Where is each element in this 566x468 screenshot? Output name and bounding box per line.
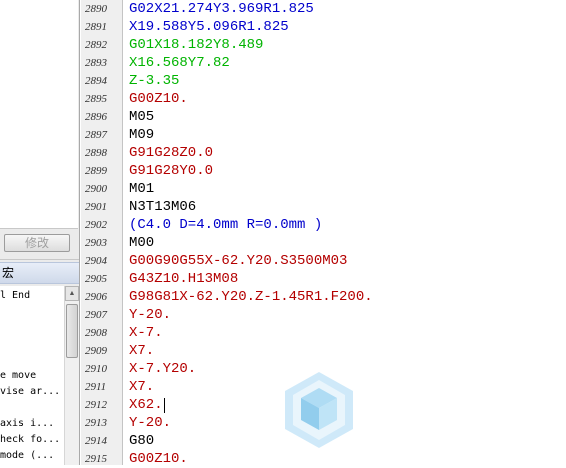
line-number: 2900 (85, 183, 107, 195)
code-line[interactable]: X-7. (129, 324, 163, 342)
line-number: 2894 (85, 75, 107, 87)
code-line[interactable]: X7. (129, 342, 154, 360)
line-number: 2901 (85, 201, 107, 213)
scrollbar-thumb[interactable] (66, 304, 78, 358)
panel-divider (0, 259, 79, 260)
code-line[interactable]: G43Z10.H13M08 (129, 270, 238, 288)
macro-list-item[interactable]: mode (... (0, 449, 64, 462)
line-number: 2897 (85, 129, 107, 141)
line-number: 2896 (85, 111, 107, 123)
line-number: 2912 (85, 399, 107, 411)
code-line[interactable]: N3T13M06 (129, 198, 196, 216)
code-line[interactable]: (C4.0 D=4.0mm R=0.0mm ) (129, 216, 322, 234)
macro-list-item[interactable] (0, 353, 64, 366)
line-number: 2914 (85, 435, 107, 447)
code-line[interactable]: G98G81X-62.Y20.Z-1.45R1.F200. (129, 288, 373, 306)
modify-button[interactable]: 修改 (4, 234, 70, 252)
line-number-gutter: 2890 2891 2892 2893 2894 2895 2896 2897 2898 2899… (81, 0, 123, 465)
code-line[interactable]: G02X21.274Y3.969R1.825 (129, 0, 314, 18)
code-line[interactable]: M01 (129, 180, 154, 198)
line-number: 2891 (85, 21, 107, 33)
line-number: 2902 (85, 219, 107, 231)
line-number: 2908 (85, 327, 107, 339)
macro-list-item[interactable]: l End (0, 289, 64, 302)
left-top-area (0, 0, 78, 229)
code-line[interactable]: X19.588Y5.096R1.825 (129, 18, 289, 36)
line-number: 2895 (85, 93, 107, 105)
text-cursor (163, 398, 165, 413)
code-line[interactable]: X62. (129, 396, 163, 414)
macro-list-item[interactable]: vise ar... (0, 385, 64, 398)
line-number: 2906 (85, 291, 107, 303)
code-line[interactable]: G91G28Z0.0 (129, 144, 213, 162)
macro-list-item[interactable]: axis i... (0, 417, 64, 430)
line-number: 2905 (85, 273, 107, 285)
code-line[interactable]: G00Z10. (129, 90, 188, 108)
line-number: 2907 (85, 309, 107, 321)
macro-list-item[interactable] (0, 321, 64, 334)
code-line[interactable]: G00G90G55X-62.Y20.S3500M03 (129, 252, 347, 270)
macro-list-item[interactable]: e move (0, 369, 64, 382)
code-line[interactable]: M05 (129, 108, 154, 126)
line-number: 2909 (85, 345, 107, 357)
left-panel: 修改 宏 l End e move vise ar... axis i... heck … (0, 0, 80, 465)
macro-list-item[interactable] (0, 305, 64, 318)
code-line[interactable]: Y-20. (129, 414, 171, 432)
code-line[interactable]: Z-3.35 (129, 72, 179, 90)
line-number: 2904 (85, 255, 107, 267)
line-number: 2892 (85, 39, 107, 51)
macro-scrollbar[interactable]: ▲ (64, 286, 79, 465)
code-line[interactable]: X7. (129, 378, 154, 396)
macro-list-item[interactable]: heck fo... (0, 433, 64, 446)
code-line[interactable]: Y-20. (129, 306, 171, 324)
scroll-up-arrow-icon[interactable]: ▲ (65, 286, 79, 301)
line-number: 2903 (85, 237, 107, 249)
macro-list[interactable]: l End e move vise ar... axis i... heck fo...… (0, 286, 64, 465)
line-number: 2898 (85, 147, 107, 159)
code-line[interactable]: G00Z10. (129, 450, 188, 468)
line-number: 2915 (85, 453, 107, 465)
watermark-cube-logo-icon (285, 372, 353, 448)
line-number: 2910 (85, 363, 107, 375)
code-line[interactable]: G91G28Y0.0 (129, 162, 213, 180)
macro-panel-header: 宏 (0, 262, 79, 284)
code-line[interactable]: X-7.Y20. (129, 360, 196, 378)
macro-list-item[interactable] (0, 337, 64, 350)
code-line[interactable]: M09 (129, 126, 154, 144)
code-line[interactable]: G01X18.182Y8.489 (129, 36, 263, 54)
code-line[interactable]: G80 (129, 432, 154, 450)
code-line[interactable]: M00 (129, 234, 154, 252)
line-number: 2911 (85, 381, 107, 393)
code-line[interactable]: X16.568Y7.82 (129, 54, 230, 72)
line-number: 2899 (85, 165, 107, 177)
line-number: 2893 (85, 57, 107, 69)
line-number: 2890 (85, 3, 107, 15)
macro-list-item[interactable] (0, 401, 64, 414)
line-number: 2913 (85, 417, 107, 429)
